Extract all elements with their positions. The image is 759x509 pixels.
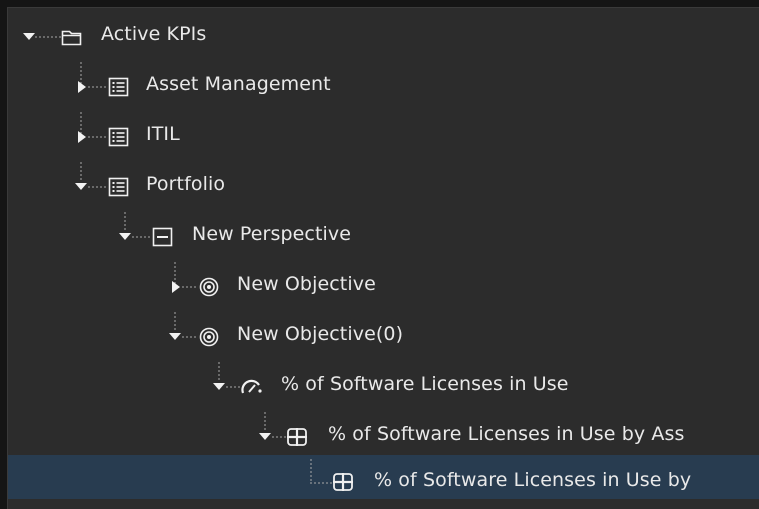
expand-toggle[interactable] <box>74 181 88 193</box>
tree-node-label: % of Software Licenses in Use <box>281 373 569 395</box>
tree-node-label: % of Software Licenses in Use by Ass <box>328 423 685 445</box>
tree-node-new-perspective[interactable]: New Perspective <box>8 212 759 256</box>
expand-toggle[interactable] <box>22 31 36 43</box>
target-icon <box>198 277 220 297</box>
kpi-tree: Active KPIs Asset Management ITIL Portfo… <box>7 7 759 509</box>
folder-icon <box>61 27 83 47</box>
expand-toggle[interactable] <box>258 431 272 443</box>
tree-node-label: New Objective(0) <box>237 323 404 345</box>
list-icon <box>108 77 130 97</box>
tree-node-kpi-software-licenses[interactable]: % of Software Licenses in Use <box>8 362 759 406</box>
tree-node-new-objective-0[interactable]: New Objective(0) <box>8 312 759 356</box>
perspective-icon <box>152 227 174 247</box>
target-icon <box>198 327 220 347</box>
expand-toggle[interactable] <box>169 281 183 293</box>
tree-node-asset-management[interactable]: Asset Management <box>8 62 759 106</box>
expand-toggle[interactable] <box>118 231 132 243</box>
kpi-quadrant-icon <box>332 472 354 492</box>
tree-node-active-kpis[interactable]: Active KPIs <box>8 12 759 56</box>
tree-node-label: Asset Management <box>146 73 331 95</box>
tree-node-new-objective[interactable]: New Objective <box>8 262 759 306</box>
expand-toggle[interactable] <box>168 331 182 343</box>
expand-toggle[interactable] <box>75 81 89 93</box>
tree-node-kpi-software-licenses-by-ass[interactable]: % of Software Licenses in Use by Ass <box>8 412 759 456</box>
tree-node-label: Active KPIs <box>101 23 207 45</box>
list-icon <box>108 177 130 197</box>
tree-node-label: % of Software Licenses in Use by <box>374 469 692 491</box>
tree-node-label: New Perspective <box>192 223 352 245</box>
tree-node-itil[interactable]: ITIL <box>8 112 759 156</box>
expand-toggle[interactable] <box>75 131 89 143</box>
expand-toggle[interactable] <box>212 381 226 393</box>
kpi-quadrant-icon <box>286 427 308 447</box>
tree-node-kpi-software-licenses-by[interactable]: % of Software Licenses in Use by <box>8 455 759 499</box>
tree-node-label: ITIL <box>146 123 180 145</box>
tree-node-portfolio[interactable]: Portfolio <box>8 162 759 206</box>
tree-node-label: Portfolio <box>146 173 226 195</box>
gauge-icon <box>240 377 262 397</box>
list-icon <box>108 127 130 147</box>
tree-node-label: New Objective <box>237 273 376 295</box>
